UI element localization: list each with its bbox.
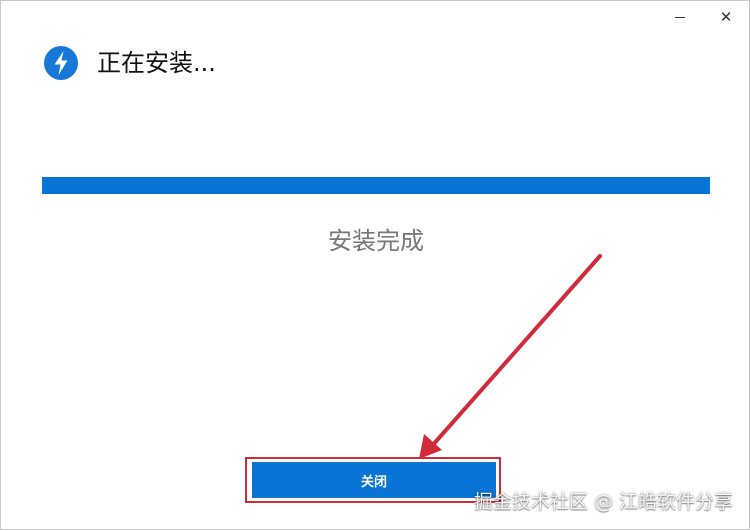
progress-bar-fill bbox=[42, 177, 710, 194]
close-icon: ✕ bbox=[719, 7, 733, 26]
lightning-bolt-icon bbox=[44, 46, 78, 80]
page-title: 正在安装... bbox=[97, 49, 216, 77]
window-close-button[interactable]: ✕ bbox=[703, 1, 749, 33]
minimize-icon bbox=[675, 16, 685, 18]
installer-window: ✕ 正在安装... 安装完成 关闭 掘金技术社区 @ 江皓软件分享 bbox=[0, 0, 750, 530]
status-text: 安装完成 bbox=[328, 227, 424, 255]
watermark: 掘金技术社区 @ 江皓软件分享 bbox=[473, 491, 733, 513]
arrow-shaft bbox=[429, 254, 602, 449]
arrow-head bbox=[419, 434, 442, 459]
progress-bar bbox=[42, 177, 710, 194]
close-button[interactable]: 关闭 bbox=[252, 462, 496, 498]
minimize-button[interactable] bbox=[657, 1, 703, 33]
